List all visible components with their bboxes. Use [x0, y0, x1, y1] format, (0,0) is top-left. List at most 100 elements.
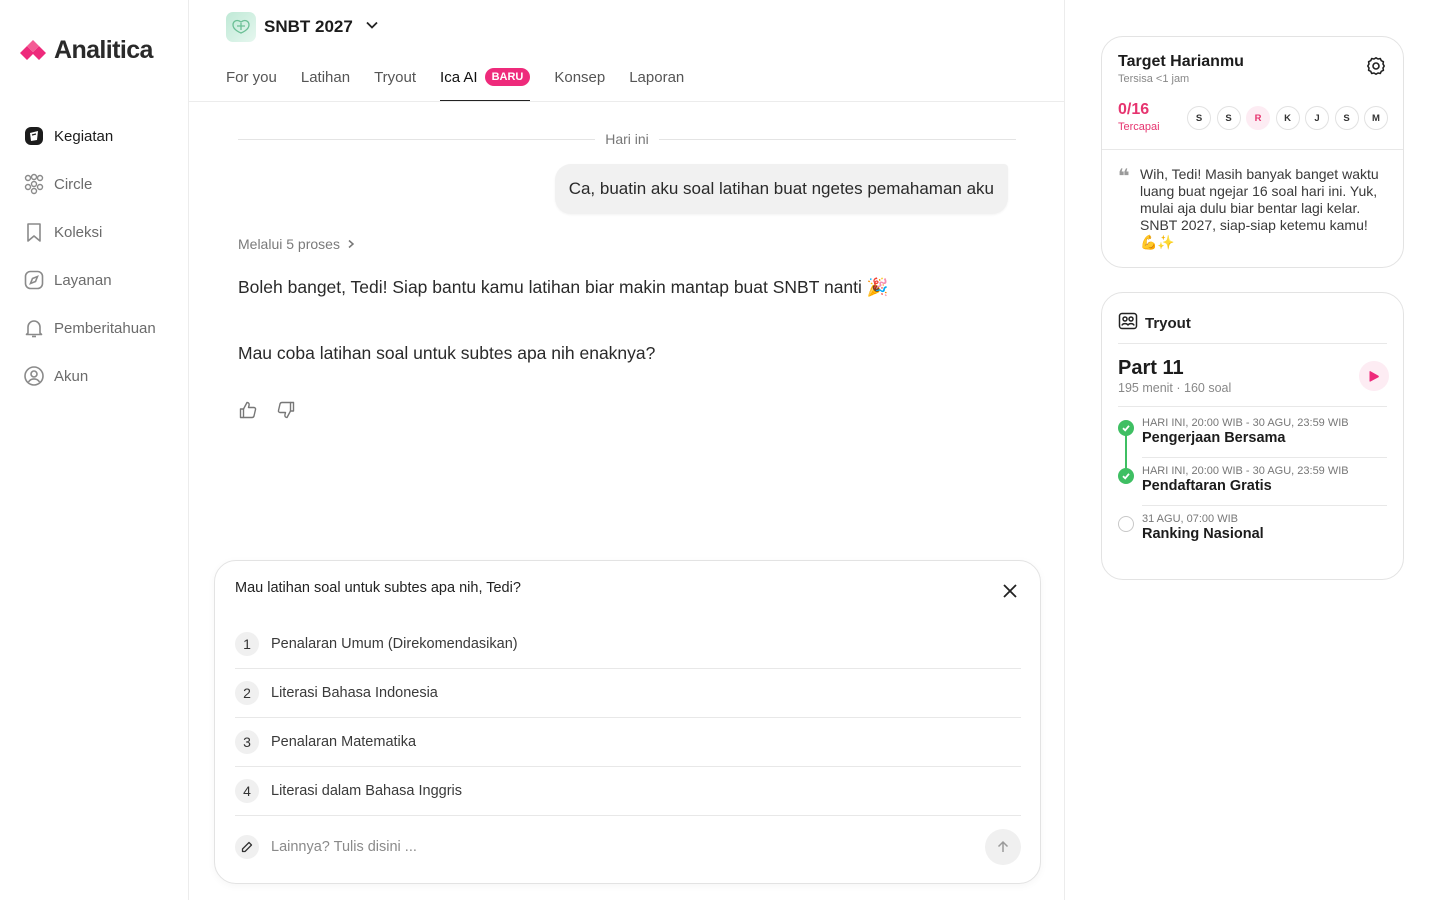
- timeline-name: Ranking Nasional: [1142, 526, 1264, 542]
- program-name: SNBT 2027: [264, 17, 353, 36]
- tab-label: Konsep: [554, 68, 606, 86]
- divider: [658, 138, 1017, 140]
- question-title: Mau latihan soal untuk subtes apa nih, T…: [235, 580, 521, 596]
- divider: [1118, 406, 1387, 407]
- close-icon[interactable]: [1002, 583, 1018, 599]
- other-answer-input[interactable]: [271, 839, 985, 855]
- option-number: 2: [235, 681, 259, 705]
- option-number: 1: [235, 632, 259, 656]
- tryout-card: Tryout Part 11 195 menit · 160 soal HARI…: [1101, 292, 1404, 580]
- timeline-date: 31 AGU, 07:00 WIB: [1142, 513, 1238, 525]
- tab-label: Latihan: [300, 68, 351, 86]
- timeline-name: Pengerjaan Bersama: [1142, 430, 1286, 446]
- weekday-badge: M: [1364, 106, 1388, 130]
- option-item[interactable]: 2 Literasi Bahasa Indonesia: [235, 669, 1021, 718]
- sidebar-item-koleksi[interactable]: Koleksi: [22, 208, 182, 256]
- people-icon: [22, 172, 46, 196]
- tab-latihan[interactable]: Latihan: [301, 56, 350, 98]
- ai-message-text: Mau coba latihan soal untuk subtes apa n…: [238, 343, 656, 363]
- weekday-badge: S: [1187, 106, 1211, 130]
- motivation-quote: Wih, Tedi! Masih banyak banget waktu lua…: [1140, 166, 1379, 250]
- analitica-logo-icon: [20, 39, 46, 60]
- tryout-header-label: Tryout: [1145, 314, 1191, 332]
- target-subtitle: Tersisa <1 jam: [1118, 73, 1190, 85]
- sidebar-item-layanan[interactable]: Layanan: [22, 256, 182, 304]
- weekday-badge: K: [1275, 106, 1300, 130]
- divider: [1118, 343, 1387, 344]
- option-label: Literasi dalam Bahasa Inggris: [271, 783, 463, 799]
- tab-for-you[interactable]: For you: [226, 56, 277, 98]
- chevron-down-icon: [365, 18, 379, 37]
- program-selector[interactable]: SNBT 2027: [226, 12, 379, 42]
- option-label: Penalaran Matematika: [271, 734, 417, 750]
- target-title: Target Harianmu: [1118, 53, 1244, 70]
- sidebar-item-label: Koleksi: [54, 223, 103, 241]
- feedback-buttons: [238, 400, 296, 420]
- option-item[interactable]: 1 Penalaran Umum (Direkomendasikan): [235, 620, 1021, 669]
- process-toggle[interactable]: Melalui 5 proses: [238, 236, 356, 252]
- quote-icon: ❝: [1118, 166, 1130, 188]
- option-item[interactable]: 4 Literasi dalam Bahasa Inggris: [235, 767, 1021, 816]
- option-item[interactable]: 3 Penalaran Matematika: [235, 718, 1021, 767]
- option-label: Literasi Bahasa Indonesia: [271, 685, 438, 701]
- timeline-date: HARI INI, 20:00 WIB - 30 AGU, 23:59 WIB: [1142, 417, 1349, 429]
- send-button[interactable]: [985, 829, 1021, 865]
- thumbs-down-icon[interactable]: [276, 400, 296, 420]
- tab-tryout[interactable]: Tryout: [374, 56, 416, 98]
- divider: [1142, 505, 1387, 506]
- brand-name: Analitica: [54, 36, 153, 64]
- tab-label: For you: [226, 68, 277, 86]
- sidebar-item-circle[interactable]: Circle: [22, 160, 182, 208]
- other-answer-row: [235, 829, 1021, 865]
- play-icon: [1369, 370, 1379, 382]
- sidebar-item-kegiatan[interactable]: Kegiatan: [22, 112, 182, 160]
- tab-ica-ai[interactable]: Ica AI BARU: [440, 56, 531, 102]
- gear-icon[interactable]: [1365, 55, 1387, 77]
- top-tabs: For you Latihan Tryout Ica AI BARU Konse…: [226, 56, 708, 102]
- tab-label: Laporan: [629, 68, 685, 86]
- divider: [238, 138, 596, 140]
- tryout-part-title: Part 11: [1118, 357, 1184, 379]
- option-label: Penalaran Umum (Direkomendasikan): [271, 636, 518, 652]
- thumbs-up-icon[interactable]: [238, 400, 258, 420]
- tab-konsep[interactable]: Konsep: [554, 56, 605, 98]
- new-badge: BARU: [484, 68, 531, 86]
- user-message-bubble: Ca, buatin aku soal latihan buat ngetes …: [554, 164, 1008, 214]
- sidebar-item-pemberitahuan[interactable]: Pemberitahuan: [22, 304, 182, 352]
- play-button[interactable]: [1359, 361, 1389, 391]
- tryout-meta: 195 menit · 160 soal: [1118, 381, 1232, 395]
- sidebar-item-akun[interactable]: Akun: [22, 352, 182, 400]
- check-icon: [1118, 420, 1134, 436]
- pencil-icon: [235, 835, 259, 859]
- pending-circle-icon: [1118, 516, 1134, 532]
- tryout-header: Tryout: [1118, 312, 1191, 334]
- option-number: 3: [235, 730, 259, 754]
- day-separator: Hari ini: [238, 128, 1017, 150]
- main-content: SNBT 2027 For you Latihan Tryout Ica AI …: [189, 0, 1065, 900]
- arrow-up-icon: [997, 840, 1009, 852]
- ai-message-text: Boleh banget, Tedi! Siap bantu kamu lati…: [238, 277, 889, 297]
- program-logo-icon: [226, 12, 256, 42]
- timeline-date: HARI INI, 20:00 WIB - 30 AGU, 23:59 WIB: [1142, 465, 1349, 477]
- target-count: 0/16: [1118, 101, 1150, 118]
- chevron-right-icon: [346, 236, 356, 252]
- option-list: 1 Penalaran Umum (Direkomendasikan) 2 Li…: [235, 620, 1021, 816]
- tryout-icon: [1118, 312, 1138, 334]
- tab-label: Ica AI: [440, 68, 478, 86]
- tab-label: Tryout: [374, 68, 417, 86]
- sidebar: Analitica Kegiatan Circle Koleksi Layana…: [0, 0, 189, 900]
- tab-laporan[interactable]: Laporan: [629, 56, 684, 98]
- weekday-badge: S: [1216, 106, 1241, 130]
- tabs-divider: [189, 101, 1064, 102]
- bell-icon: [22, 316, 46, 340]
- sidebar-item-label: Kegiatan: [54, 127, 114, 145]
- check-icon: [1118, 468, 1134, 484]
- daily-target-card: Target Harianmu Tersisa <1 jam 0/16 Terc…: [1101, 36, 1404, 268]
- option-number: 4: [235, 779, 259, 803]
- brand-logo[interactable]: Analitica: [18, 36, 153, 65]
- sidebar-item-label: Layanan: [54, 271, 112, 289]
- question-panel: Mau latihan soal untuk subtes apa nih, T…: [214, 560, 1041, 884]
- weekday-badge: J: [1305, 106, 1329, 130]
- divider: [1102, 149, 1403, 150]
- sidebar-item-label: Circle: [54, 175, 93, 193]
